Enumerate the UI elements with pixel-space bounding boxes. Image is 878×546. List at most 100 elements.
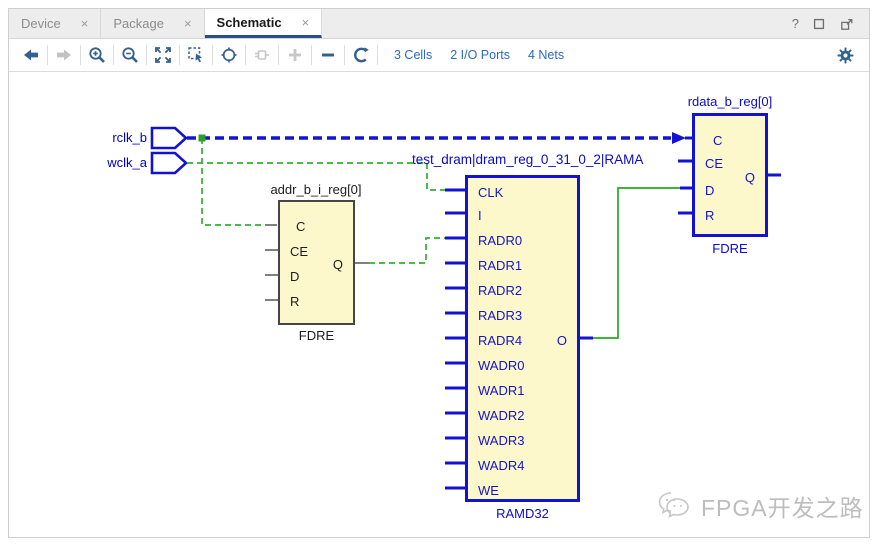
maximize-icon [811,16,827,32]
pin-r[interactable]: R [290,294,299,310]
schematic-toolbar: 3 Cells 2 I/O Ports 4 Nets [9,39,869,72]
pin-wadr3[interactable]: WADR3 [478,433,524,449]
pin-q[interactable]: Q [745,170,755,186]
cell-name-ramd32[interactable]: test_dram|dram_reg_0_31_0_2|RAMA [412,152,643,167]
zoom-in-icon [87,45,107,65]
back-arrow-icon [21,45,41,65]
watermark: FPGA开发之路 [655,489,864,523]
schematic-canvas[interactable]: rclk_b wclk_a addr_b_i_reg[0] C CE D R Q… [9,73,869,537]
cells-link[interactable]: 3 Cells [394,48,432,62]
pin-we[interactable]: WE [478,483,499,499]
zoom-in-button[interactable] [83,42,111,68]
plug-icon [252,45,272,65]
tab-package[interactable]: Package × [101,9,204,38]
net-ram-o[interactable] [593,188,681,338]
watermark-text: FPGA开发之路 [701,489,864,523]
cell-rdata-b-reg[interactable]: C CE D R Q [692,113,768,237]
autofit-selection-button[interactable] [215,42,243,68]
minus-icon [318,45,338,65]
close-icon[interactable]: × [184,16,192,31]
tab-bar: Device × Package × Schematic × ? [9,9,869,39]
pin-radr0[interactable]: RADR0 [478,233,522,249]
separator [146,45,147,65]
zoom-out-button[interactable] [116,42,144,68]
tab-schematic[interactable]: Schematic × [205,9,323,38]
zoom-fit-button[interactable] [149,42,177,68]
close-icon[interactable]: × [81,16,89,31]
back-button[interactable] [17,42,45,68]
pin-d[interactable]: D [290,269,299,285]
wechat-logo-icon [655,489,695,523]
cell-ramd32[interactable]: CLK I RADR0 RADR1 RADR2 RADR3 RADR4 WADR… [465,175,580,502]
separator [344,45,345,65]
net-addr-q[interactable] [369,238,445,263]
expand-cone-button[interactable] [281,42,309,68]
float-button[interactable] [839,16,855,32]
separator [311,45,312,65]
port-label-wclk-a[interactable]: wclk_a [95,155,147,171]
pin-radr1[interactable]: RADR1 [478,258,522,274]
tab-schematic-label: Schematic [217,15,282,30]
refresh-icon [351,45,371,65]
help-button[interactable]: ? [792,16,799,31]
schematic-window: Device × Package × Schematic × ? [8,8,870,538]
plus-icon [285,45,305,65]
net-junction [199,135,206,142]
window-controls: ? [792,9,869,38]
cell-type-rdata-b-reg: FDRE [692,241,768,256]
settings-button[interactable] [831,42,859,68]
separator [113,45,114,65]
cell-name-addr-b-i-reg[interactable]: addr_b_i_reg[0] [236,182,396,197]
port-label-rclk-b[interactable]: rclk_b [95,130,147,146]
pin-ce[interactable]: CE [705,156,723,172]
separator [245,45,246,65]
expand-primitives-button[interactable] [248,42,276,68]
collapse-cone-button[interactable] [314,42,342,68]
port-symbol-wclk-a[interactable] [152,153,186,173]
net-rclk-b-arrowhead [672,132,686,144]
separator [179,45,180,65]
separator [47,45,48,65]
pin-radr3[interactable]: RADR3 [478,308,522,324]
cell-name-rdata-b-reg[interactable]: rdata_b_reg[0] [650,94,810,109]
separator [212,45,213,65]
float-window-icon [839,16,855,32]
cell-type-ramd32: RAMD32 [465,506,580,521]
close-icon[interactable]: × [302,15,310,30]
pin-c[interactable]: C [713,133,722,149]
nets-link[interactable]: 4 Nets [528,48,564,62]
pin-d[interactable]: D [705,183,714,199]
gear-icon [836,46,855,65]
zoom-out-icon [120,45,140,65]
pin-wadr2[interactable]: WADR2 [478,408,524,424]
pin-radr4[interactable]: RADR4 [478,333,522,349]
cell-addr-b-i-reg[interactable]: C CE D R Q [278,200,355,325]
tab-device[interactable]: Device × [9,9,101,38]
pin-c[interactable]: C [296,219,305,235]
pin-clk[interactable]: CLK [478,185,503,201]
pin-o[interactable]: O [557,333,567,349]
pin-r[interactable]: R [705,208,714,224]
target-icon [219,45,239,65]
zoom-fit-icon [153,45,173,65]
pin-radr2[interactable]: RADR2 [478,283,522,299]
maximize-button[interactable] [811,16,827,32]
tab-package-label: Package [113,16,164,31]
separator [80,45,81,65]
zoom-selection-icon [186,45,206,65]
pin-wadr1[interactable]: WADR1 [478,383,524,399]
io-ports-link[interactable]: 2 I/O Ports [450,48,510,62]
separator [377,45,378,65]
tab-device-label: Device [21,16,61,31]
pin-ce[interactable]: CE [290,244,308,260]
port-symbol-rclk-b[interactable] [152,128,186,148]
forward-button[interactable] [50,42,78,68]
pin-wadr4[interactable]: WADR4 [478,458,524,474]
cell-type-addr-b-i-reg: FDRE [278,328,355,343]
pin-q[interactable]: Q [333,257,343,273]
pin-i[interactable]: I [478,208,482,224]
regenerate-button[interactable] [347,42,375,68]
separator [278,45,279,65]
zoom-selection-button[interactable] [182,42,210,68]
pin-wadr0[interactable]: WADR0 [478,358,524,374]
